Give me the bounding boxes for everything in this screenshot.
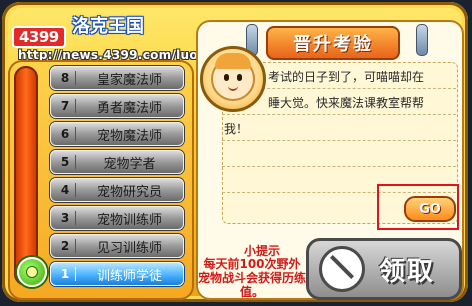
rank-label: 宠物学者 [103,156,156,172]
rank-item-2[interactable]: 2 见习训练师 [50,234,184,258]
header: 4399 洛克王国 http://news.4399.com/luoke/ [6,4,219,62]
rank-number: 7 [57,99,76,113]
game-logo: 洛克王国 [72,16,144,37]
divider [222,166,456,167]
rank-item-6[interactable]: 6 宠物魔法师 [50,122,184,146]
rank-label: 勇者魔法师 [96,100,162,116]
claim-label: 领取 [379,256,436,287]
rank-number: 2 [57,239,76,253]
message-line: 睡大觉。快来魔法课教室帮帮 [268,96,425,110]
scroll-handle-icon[interactable] [17,257,47,287]
character-avatar-icon [200,46,266,112]
rank-label: 宠物训练师 [96,212,162,228]
message-line: 我！ [224,122,249,136]
rank-item-3[interactable]: 3 宠物训练师 [50,206,184,230]
rank-item-1[interactable]: 1 训练师学徒 [50,262,184,286]
claim-button[interactable]: 领取 [306,238,462,300]
rank-number: 1 [57,267,76,281]
task-message: 考试的日子到了，可喵喵却在 睡大觉。快来魔法课教室帮帮 我！ [224,64,452,142]
rank-label: 宠物研究员 [96,184,162,200]
rank-item-7[interactable]: 7 勇者魔法师 [50,94,184,118]
rank-label: 宠物魔法师 [96,128,162,144]
rank-item-5[interactable]: 5 宠物学者 [50,150,184,174]
rank-label: 见习训练师 [96,240,162,256]
rank-number: 6 [57,127,76,141]
rank-number: 3 [57,211,76,225]
panel-title: 晋升考验 [266,26,400,60]
message-line: 考试的日子到了，可喵喵却在 [268,70,425,84]
go-highlight [377,184,459,230]
rank-number: 5 [57,155,76,169]
rank-label: 训练师学徒 [96,268,162,284]
rank-scroll-track[interactable] [14,66,38,286]
rank-item-4[interactable]: 4 宠物研究员 [50,178,184,202]
rank-number: 8 [57,71,76,85]
clip-icon [416,24,428,56]
rank-item-8[interactable]: 8 皇家魔法师 [50,66,184,90]
site-logo: 4399 [12,26,66,48]
rank-number: 4 [57,183,76,197]
rank-label: 皇家魔法师 [96,72,162,88]
ban-icon [319,246,365,292]
tip-text: 每天前100次野外宠物战斗会获得历练值。 [198,257,307,299]
